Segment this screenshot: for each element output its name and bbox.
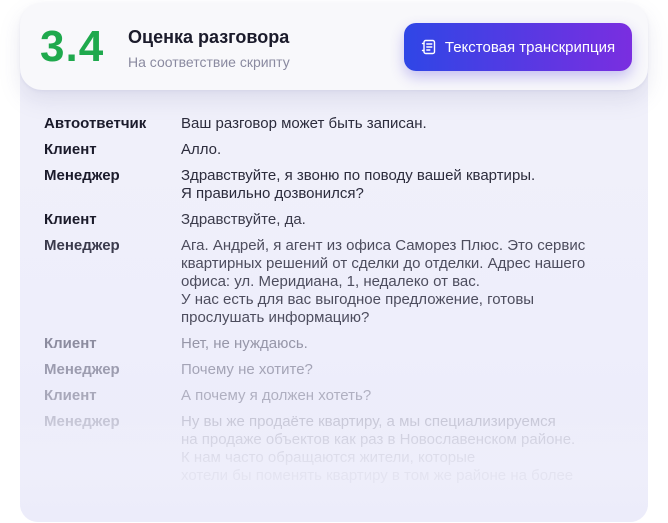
utterance-text: А почему я должен хотеть?: [181, 387, 372, 404]
transcript-row: Менеджер Здравствуйте, я звоню по поводу …: [44, 167, 634, 203]
speaker-label: Менеджер: [44, 237, 120, 254]
utterance-text: Нет, не нуждаюсь.: [181, 335, 308, 352]
transcript-icon: [421, 39, 437, 55]
page-title: Оценка разговора: [128, 27, 290, 47]
utterance-text: Ага. Андрей, я агент из офиса Саморез Пл…: [181, 237, 586, 326]
text-transcription-label: Текстовая транскрипция: [444, 38, 616, 56]
utterance-text: Здравствуйте, да.: [181, 211, 306, 228]
speaker-label: Клиент: [44, 211, 97, 228]
transcript-list: Автоответчик Ваш разговор может быть запи…: [44, 115, 634, 493]
transcript-row: Менеджер Ага. Андрей, я агент из офиса Са…: [44, 237, 634, 327]
speaker-label: Автоответчик: [44, 115, 147, 132]
conversation-score-card: 3.4 Оценка разговора На соответствие скр…: [20, 3, 648, 90]
text-transcription-button[interactable]: Текстовая транскрипция: [404, 23, 632, 71]
transcript-row: Клиент Нет, не нуждаюсь.: [44, 335, 634, 353]
speaker-label: Менеджер: [44, 167, 120, 184]
utterance-text: Здравствуйте, я звоню по поводу вашей кв…: [181, 167, 536, 202]
utterance-text: Алло.: [181, 141, 222, 158]
transcript-row: Менеджер Ну вы же продаёте квартиру, а мы…: [44, 413, 634, 485]
utterance-text: Ну вы же продаёте квартиру, а мы специал…: [181, 413, 576, 484]
speaker-label: Клиент: [44, 387, 97, 404]
page-subtitle: На соответствие скрипту: [128, 54, 290, 70]
transcript-row: Клиент Здравствуйте, да.: [44, 211, 634, 229]
score-value: 3.4: [40, 22, 105, 71]
utterance-text: Ваш разговор может быть записан.: [181, 115, 427, 132]
speaker-label: Клиент: [44, 141, 97, 158]
speaker-label: Клиент: [44, 335, 97, 352]
transcript-row: Автоответчик Ваш разговор может быть запи…: [44, 115, 634, 133]
transcript-row: Менеджер Почему не хотите?: [44, 361, 634, 379]
speaker-label: Менеджер: [44, 361, 120, 378]
utterance-text: Почему не хотите?: [181, 361, 313, 378]
transcript-row: Клиент Алло.: [44, 141, 634, 159]
transcript-row: Клиент А почему я должен хотеть?: [44, 387, 634, 405]
speaker-label: Менеджер: [44, 413, 120, 430]
